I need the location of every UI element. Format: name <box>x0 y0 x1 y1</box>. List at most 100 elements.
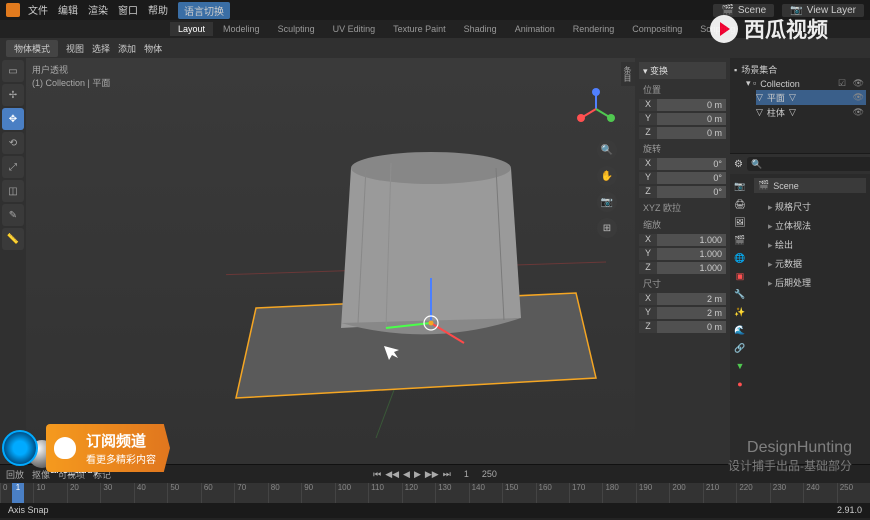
prop-dimensions[interactable]: 规格尺寸 <box>754 197 866 216</box>
tab-shading[interactable]: Shading <box>456 22 505 36</box>
jump-end-icon[interactable]: ⏭ <box>443 469 451 480</box>
loc-z[interactable]: 0 m <box>657 127 726 139</box>
hdr-select[interactable]: 选择 <box>92 42 110 55</box>
euler-label: XYZ 欧拉 <box>639 199 726 216</box>
scene-tab-icon[interactable]: 🎬 <box>732 232 748 248</box>
tool-annotate[interactable]: ✎ <box>2 204 24 226</box>
prop-stereo[interactable]: 立体视法 <box>754 216 866 235</box>
tab-uvediting[interactable]: UV Editing <box>325 22 384 36</box>
pan-icon[interactable]: ✋ <box>597 166 617 186</box>
outliner-plane[interactable]: ▽ 平面 ▽👁 <box>756 90 866 105</box>
tool-measure[interactable]: 📏 <box>2 228 24 250</box>
properties-tabs: 📷 🖨 🖼 🎬 🌐 ▣ 🔧 ✨ 🌊 🔗 ▼ ● <box>730 174 750 464</box>
playhead[interactable]: 1 <box>12 483 24 503</box>
physics-tab-icon[interactable]: 🌊 <box>732 322 748 338</box>
tool-move[interactable]: ✥ <box>2 108 24 130</box>
frame-end[interactable]: 250 <box>482 469 497 480</box>
channel-avatar <box>2 430 38 466</box>
dimensions-label: 尺寸 <box>639 275 726 292</box>
scale-label: 缩放 <box>639 216 726 233</box>
tool-scale[interactable]: ⤢ <box>2 156 24 178</box>
loc-x[interactable]: 0 m <box>657 99 726 111</box>
prop-metadata[interactable]: 元数据 <box>754 254 866 273</box>
tool-select-box[interactable]: ▭ <box>2 60 24 82</box>
status-left: Axis Snap <box>8 505 49 515</box>
blender-logo <box>6 3 20 17</box>
outliner-scene-collection[interactable]: ▪ 场景集合 <box>734 62 866 77</box>
prev-key-icon[interactable]: ◀◀ <box>385 469 399 480</box>
data-tab-icon[interactable]: ▼ <box>732 358 748 374</box>
rot-y[interactable]: 0° <box>657 172 726 184</box>
hdr-object[interactable]: 物体 <box>144 42 162 55</box>
modifier-tab-icon[interactable]: 🔧 <box>732 286 748 302</box>
tool-rotate[interactable]: ⟲ <box>2 132 24 154</box>
tab-texture[interactable]: Texture Paint <box>385 22 454 36</box>
tool-cursor[interactable]: ✢ <box>2 84 24 106</box>
object-tab-icon[interactable]: ▣ <box>732 268 748 284</box>
tab-modeling[interactable]: Modeling <box>215 22 268 36</box>
zoom-icon[interactable]: 🔍 <box>597 140 617 160</box>
sca-y[interactable]: 1.000 <box>657 248 726 260</box>
viewlayer-tab-icon[interactable]: 🖼 <box>732 214 748 230</box>
tab-sculpting[interactable]: Sculpting <box>270 22 323 36</box>
prop-postprocess[interactable]: 后期处理 <box>754 273 866 292</box>
timeline-ticks: 0102030405060708090100110120130140150160… <box>0 483 870 503</box>
menu-edit[interactable]: 编辑 <box>58 2 78 19</box>
hdr-view[interactable]: 视图 <box>66 42 84 55</box>
outliner-cylinder[interactable]: ▽ 柱体 ▽👁 <box>756 105 866 120</box>
tab-rendering[interactable]: Rendering <box>565 22 623 36</box>
mode-selector[interactable]: 物体模式 <box>6 40 58 57</box>
toolbar: ▭ ✢ ✥ ⟲ ⤢ ◫ ✎ 📏 <box>0 58 26 464</box>
hdr-add[interactable]: 添加 <box>118 42 136 55</box>
bell-icon <box>54 437 76 459</box>
tool-transform[interactable]: ◫ <box>2 180 24 202</box>
menu-window[interactable]: 窗口 <box>118 2 138 19</box>
menu-help[interactable]: 帮助 <box>148 2 168 19</box>
menu-render[interactable]: 渲染 <box>88 2 108 19</box>
sca-x[interactable]: 1.000 <box>657 234 726 246</box>
output-tab-icon[interactable]: 🖨 <box>732 196 748 212</box>
nav-gizmo[interactable] <box>575 88 617 130</box>
loc-y[interactable]: 0 m <box>657 113 726 125</box>
n-panel-tab[interactable]: 条目 <box>621 62 635 86</box>
menu-language[interactable]: 语言切换 <box>178 2 230 19</box>
rot-z[interactable]: 0° <box>657 186 726 198</box>
outliner: ▪ 场景集合 ▾ ▫ Collection☑ 👁 ▽ 平面 ▽👁 ▽ 柱体 ▽👁 <box>730 58 870 154</box>
viewport-info: 用户透视 (1) Collection | 平面 <box>32 64 110 89</box>
filter-icon[interactable]: ⚙ <box>734 159 743 170</box>
subscribe-subtitle: 看更多精彩内容 <box>86 451 156 466</box>
render-tab-icon[interactable]: 📷 <box>732 178 748 194</box>
rotation-label: 旋转 <box>639 140 726 157</box>
location-label: 位置 <box>639 81 726 98</box>
dim-x[interactable]: 2 m <box>657 293 726 305</box>
perspective-icon[interactable]: ⊞ <box>597 218 617 238</box>
3d-viewport[interactable]: 用户透视 (1) Collection | 平面 <box>26 58 635 464</box>
dim-z[interactable]: 0 m <box>657 321 726 333</box>
material-tab-icon[interactable]: ● <box>732 376 748 392</box>
camera-icon[interactable]: 📷 <box>597 192 617 212</box>
jump-start-icon[interactable]: ⏮ <box>373 469 381 480</box>
prop-output[interactable]: 绘出 <box>754 235 866 254</box>
tab-compositing[interactable]: Compositing <box>624 22 690 36</box>
dim-y[interactable]: 2 m <box>657 307 726 319</box>
status-bar: Axis Snap 2.91.0 <box>0 502 870 518</box>
play-icon[interactable]: ▶ <box>414 469 421 480</box>
scene-header[interactable]: 🎬 Scene <box>754 178 866 193</box>
next-key-icon[interactable]: ▶▶ <box>425 469 439 480</box>
tab-animation[interactable]: Animation <box>507 22 563 36</box>
constraints-tab-icon[interactable]: 🔗 <box>732 340 748 356</box>
world-tab-icon[interactable]: 🌐 <box>732 250 748 266</box>
author-watermark: DesignHunting 设计捕手出品-基础部分 <box>728 439 852 474</box>
frame-current[interactable]: 1 <box>464 469 469 480</box>
menu-file[interactable]: 文件 <box>28 2 48 19</box>
particles-tab-icon[interactable]: ✨ <box>732 304 748 320</box>
timeline-track[interactable]: 1 01020304050607080901001101201301401501… <box>0 483 870 503</box>
sca-z[interactable]: 1.000 <box>657 262 726 274</box>
play-rev-icon[interactable]: ◀ <box>403 469 410 480</box>
tab-layout[interactable]: Layout <box>170 22 213 36</box>
rot-x[interactable]: 0° <box>657 158 726 170</box>
subscribe-title: 订阅频道 <box>86 430 156 451</box>
outliner-collection[interactable]: ▾ ▫ Collection☑ 👁 <box>746 77 866 90</box>
search-input[interactable] <box>747 157 870 171</box>
platform-watermark: 西瓜视频 <box>710 14 828 44</box>
